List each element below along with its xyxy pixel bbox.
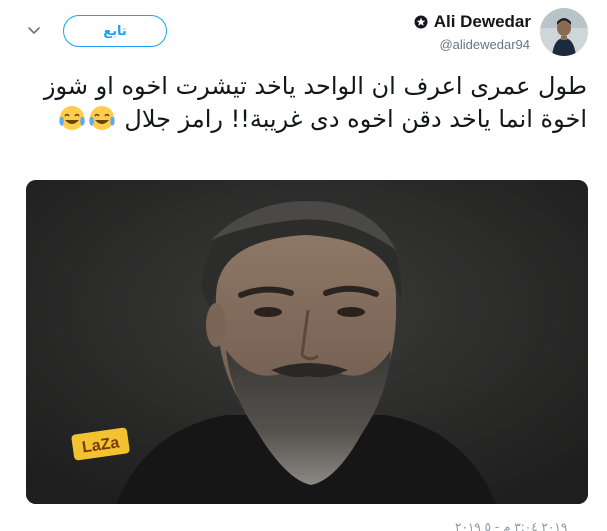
tweet-text: طول عمرى اعرف ان الواحد ياخد تيشرت اخوه … — [17, 70, 587, 136]
tweet-card: تابع Ali Dewedar @alidewedar94 طول عمرى … — [0, 0, 607, 531]
avatar[interactable] — [540, 8, 588, 56]
author-display-name[interactable]: Ali Dewedar — [434, 12, 531, 32]
tears-of-joy-emoji-icon — [89, 106, 115, 130]
star-badge-icon — [414, 15, 428, 29]
chevron-down-icon[interactable] — [26, 25, 42, 37]
tears-of-joy-emoji-icon — [59, 106, 85, 130]
tweet-timestamp[interactable]: ٢٠١٩ ٣:٠٤ م - ٥ ٢٠١٩ — [455, 520, 567, 531]
tweet-body: طول عمرى اعرف ان الواحد ياخد تيشرت اخوه … — [43, 72, 587, 133]
author-name-row[interactable]: Ali Dewedar — [414, 12, 531, 32]
tweet-photo[interactable]: LaZa — [26, 180, 588, 504]
bearded-man-photo: LaZa — [26, 180, 588, 504]
follow-button[interactable]: تابع — [63, 15, 167, 47]
author-handle[interactable]: @alidewedar94 — [439, 37, 530, 52]
